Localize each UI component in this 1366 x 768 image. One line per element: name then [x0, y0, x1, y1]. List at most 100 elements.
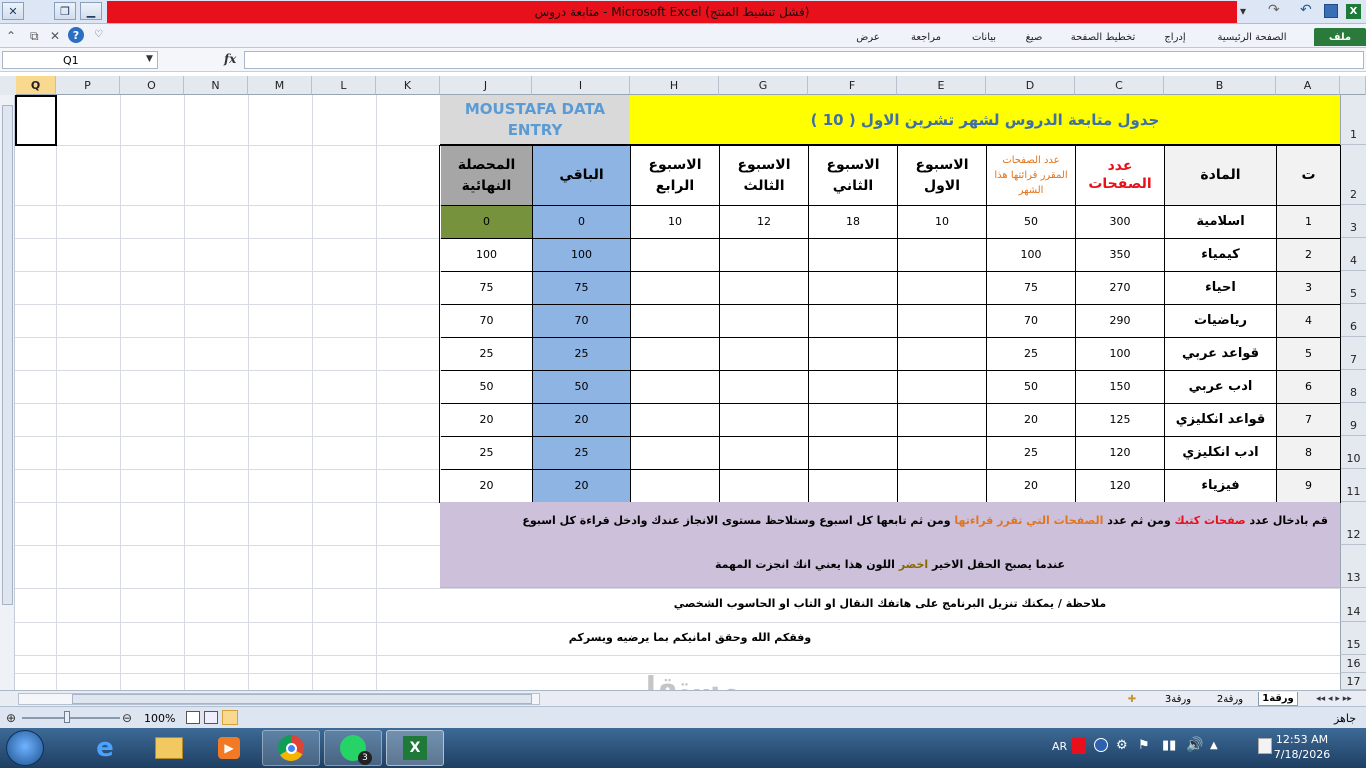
- header-monthly[interactable]: عدد الصفحات المقرر قرائتها هذا الشهر: [987, 146, 1076, 206]
- cell-remaining[interactable]: 20: [533, 404, 631, 437]
- header-week4[interactable]: الاسبوع الرابع: [631, 146, 720, 206]
- cell-remaining[interactable]: 20: [533, 470, 631, 503]
- cell-final[interactable]: 75: [441, 272, 533, 305]
- cell-final[interactable]: 25: [441, 437, 533, 470]
- file-explorer-icon[interactable]: [140, 730, 198, 766]
- fx-icon[interactable]: fx: [224, 52, 236, 66]
- cell-week3[interactable]: 12: [720, 206, 809, 239]
- cell-num[interactable]: 3: [1277, 272, 1341, 305]
- cell-week1[interactable]: [898, 239, 987, 272]
- internet-explorer-icon[interactable]: e: [76, 730, 134, 766]
- sheet-nav-arrows-icon[interactable]: ◂◂ ◂ ▸ ▸▸: [1306, 692, 1362, 706]
- cell-week4[interactable]: [631, 371, 720, 404]
- ribbon-minimize-icon[interactable]: ⌃: [6, 29, 16, 43]
- tab-page-layout[interactable]: تخطيط الصفحة: [1058, 28, 1148, 46]
- cell-pages[interactable]: 150: [1076, 371, 1165, 404]
- note-wishes[interactable]: وفقكم الله وحقق امانيكم بما يرضيه ويسركم: [440, 631, 940, 644]
- column-header[interactable]: G: [719, 76, 808, 95]
- cell-pages[interactable]: 290: [1076, 305, 1165, 338]
- insert-sheet-icon[interactable]: ✚: [1122, 692, 1142, 706]
- row-header[interactable]: 3: [1340, 205, 1366, 238]
- cell-final[interactable]: 0: [441, 206, 533, 239]
- whatsapp-icon[interactable]: 3: [324, 730, 382, 766]
- row-header[interactable]: 5: [1340, 271, 1366, 304]
- zoom-slider-thumb[interactable]: [64, 711, 70, 723]
- cell-week2[interactable]: [809, 371, 898, 404]
- header-remaining[interactable]: الباقي: [533, 146, 631, 206]
- cell-remaining[interactable]: 25: [533, 437, 631, 470]
- column-header[interactable]: H: [630, 76, 719, 95]
- cell-num[interactable]: 9: [1277, 470, 1341, 503]
- column-header[interactable]: J: [440, 76, 532, 95]
- cell-pages[interactable]: 350: [1076, 239, 1165, 272]
- header-week1[interactable]: الاسبوع الاول: [898, 146, 987, 206]
- cell-week1[interactable]: [898, 338, 987, 371]
- cell-week1[interactable]: [898, 470, 987, 503]
- cell-subject[interactable]: احياء: [1165, 272, 1277, 305]
- zoom-in-icon[interactable]: ⊕: [6, 711, 16, 725]
- formula-input[interactable]: [244, 51, 1364, 69]
- row-header[interactable]: 1: [1340, 95, 1366, 145]
- cell-remaining[interactable]: 75: [533, 272, 631, 305]
- network-status-icon[interactable]: [1094, 738, 1108, 752]
- cell-week1[interactable]: [898, 272, 987, 305]
- sheet-tab-3[interactable]: ورقة3: [1158, 692, 1198, 706]
- cell-num[interactable]: 1: [1277, 206, 1341, 239]
- cell-final[interactable]: 20: [441, 404, 533, 437]
- cell-week4[interactable]: [631, 239, 720, 272]
- cell-subject[interactable]: ادب عربي: [1165, 371, 1277, 404]
- page-break-view-icon[interactable]: [186, 711, 200, 724]
- column-header[interactable]: L: [312, 76, 376, 95]
- cell-subject[interactable]: اسلامية: [1165, 206, 1277, 239]
- cell-week3[interactable]: [720, 371, 809, 404]
- cell-week3[interactable]: [720, 437, 809, 470]
- cell-num[interactable]: 2: [1277, 239, 1341, 272]
- tab-file[interactable]: ملف: [1314, 28, 1366, 46]
- cell-monthly[interactable]: 75: [987, 272, 1076, 305]
- tray-settings-icon[interactable]: ⚙: [1116, 738, 1128, 753]
- row-header[interactable]: 2: [1340, 145, 1366, 205]
- cell-week3[interactable]: [720, 470, 809, 503]
- header-week2[interactable]: الاسبوع الثاني: [809, 146, 898, 206]
- page-layout-view-icon[interactable]: [204, 711, 218, 724]
- cell-pages[interactable]: 120: [1076, 470, 1165, 503]
- cell-remaining[interactable]: 100: [533, 239, 631, 272]
- customize-toolbar-icon[interactable]: ▾: [1240, 4, 1246, 18]
- close-button[interactable]: ✕: [2, 2, 24, 20]
- column-header[interactable]: F: [808, 76, 897, 95]
- cell-monthly[interactable]: 50: [987, 371, 1076, 404]
- active-cell[interactable]: [15, 95, 57, 146]
- tab-formulas[interactable]: صيغ: [1012, 28, 1056, 46]
- cell-num[interactable]: 8: [1277, 437, 1341, 470]
- cell-week2[interactable]: [809, 470, 898, 503]
- save-icon[interactable]: [1324, 4, 1338, 18]
- cell-week2[interactable]: [809, 338, 898, 371]
- media-player-icon[interactable]: ▶: [200, 730, 258, 766]
- cell-subject[interactable]: رياضيات: [1165, 305, 1277, 338]
- cell-week3[interactable]: [720, 239, 809, 272]
- row-header[interactable]: 15: [1340, 622, 1366, 655]
- cell-week1[interactable]: [898, 404, 987, 437]
- cell-subject[interactable]: فيزياء: [1165, 470, 1277, 503]
- header-subject[interactable]: المادة: [1165, 146, 1277, 206]
- scrollbar-thumb[interactable]: [72, 694, 532, 704]
- column-header[interactable]: P: [56, 76, 120, 95]
- column-header[interactable]: D: [986, 76, 1075, 95]
- cell-subject[interactable]: ادب انكليزي: [1165, 437, 1277, 470]
- cell-week4[interactable]: 10: [631, 206, 720, 239]
- cell-remaining[interactable]: 70: [533, 305, 631, 338]
- sheet-tab-2[interactable]: ورقة2: [1210, 692, 1250, 706]
- cell-week3[interactable]: [720, 338, 809, 371]
- window-close-icon[interactable]: ✕: [50, 29, 60, 43]
- header-final[interactable]: المحصلة النهائية: [441, 146, 533, 206]
- cell-monthly[interactable]: 20: [987, 404, 1076, 437]
- cell-week2[interactable]: [809, 272, 898, 305]
- language-indicator[interactable]: AR: [1052, 740, 1067, 753]
- cell-week2[interactable]: 18: [809, 206, 898, 239]
- cell-pages[interactable]: 120: [1076, 437, 1165, 470]
- column-header-selected[interactable]: Q: [16, 76, 56, 95]
- minimize-button[interactable]: ▁: [80, 2, 102, 20]
- cell-remaining[interactable]: 25: [533, 338, 631, 371]
- tab-insert[interactable]: إدراج: [1152, 28, 1198, 46]
- cell-final[interactable]: 20: [441, 470, 533, 503]
